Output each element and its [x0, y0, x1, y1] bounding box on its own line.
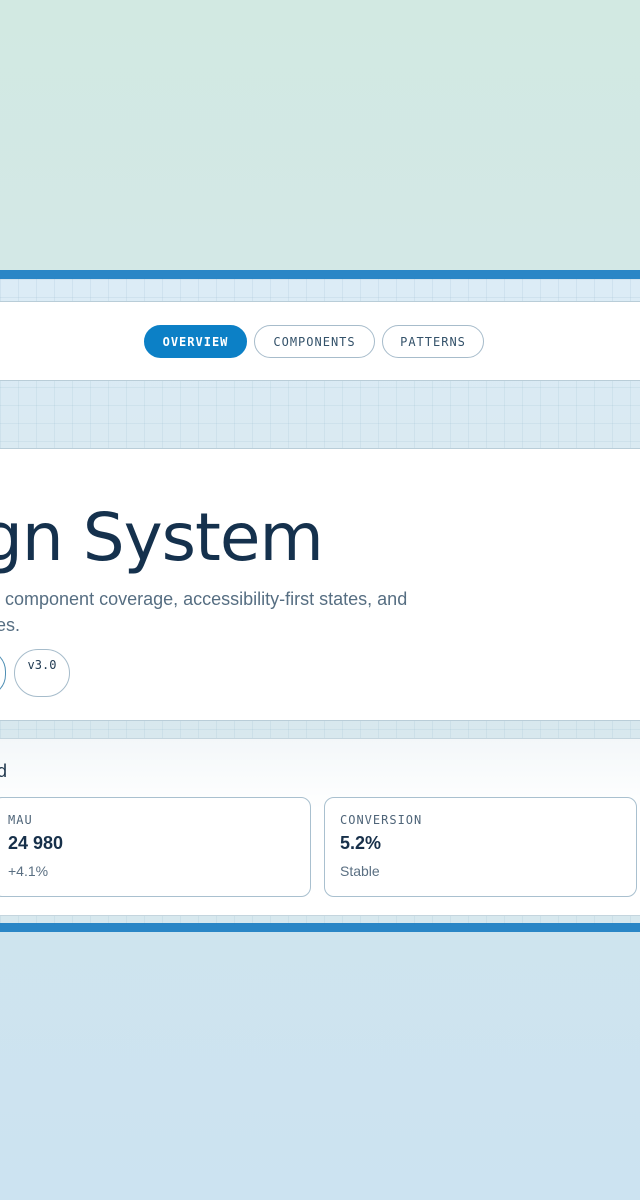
- metric-label: CONVERSION: [340, 813, 423, 827]
- version-badge[interactable]: v3.0: [14, 649, 70, 697]
- hero-description-line: ch component coverage, accessibility-fir…: [0, 589, 408, 609]
- metric-card-mau[interactable]: MAU 24 980 +4.1%: [0, 797, 311, 897]
- tab-components[interactable]: COMPONENTS: [254, 325, 375, 358]
- dashboard-title: ord: [0, 761, 7, 782]
- tab-overview[interactable]: OVERVIEW: [144, 325, 247, 358]
- metric-card-conversion[interactable]: CONVERSION 5.2% Stable: [324, 797, 637, 897]
- metric-delta: +4.1%: [8, 863, 49, 879]
- page-background: { "nav": { "tabs": [ {"label": "OVERVIEW…: [0, 0, 640, 1200]
- tab-patterns[interactable]: PATTERNS: [382, 325, 484, 358]
- hero-card: gn System ch component coverage, accessi…: [0, 448, 640, 721]
- metric-value: 24 980: [8, 833, 64, 853]
- metric-label: MAU: [8, 813, 33, 827]
- hero-badge-partial[interactable]: [0, 649, 6, 697]
- top-accent-stripe: [0, 270, 640, 279]
- bottom-accent-stripe: [0, 923, 640, 932]
- metric-value: 5.2%: [340, 833, 382, 853]
- hero-description-line: ates.: [0, 615, 21, 635]
- top-navbar: OVERVIEW COMPONENTS PATTERNS: [0, 301, 640, 381]
- dashboard-section: ord MAU 24 980 +4.1% CONVERSION 5.2% Sta…: [0, 738, 640, 916]
- app-panel: OVERVIEW COMPONENTS PATTERNS gn System c…: [0, 279, 640, 923]
- hero-description: ch component coverage, accessibility-fir…: [0, 586, 640, 638]
- hero-title: gn System: [0, 499, 324, 576]
- metric-status: Stable: [340, 863, 380, 879]
